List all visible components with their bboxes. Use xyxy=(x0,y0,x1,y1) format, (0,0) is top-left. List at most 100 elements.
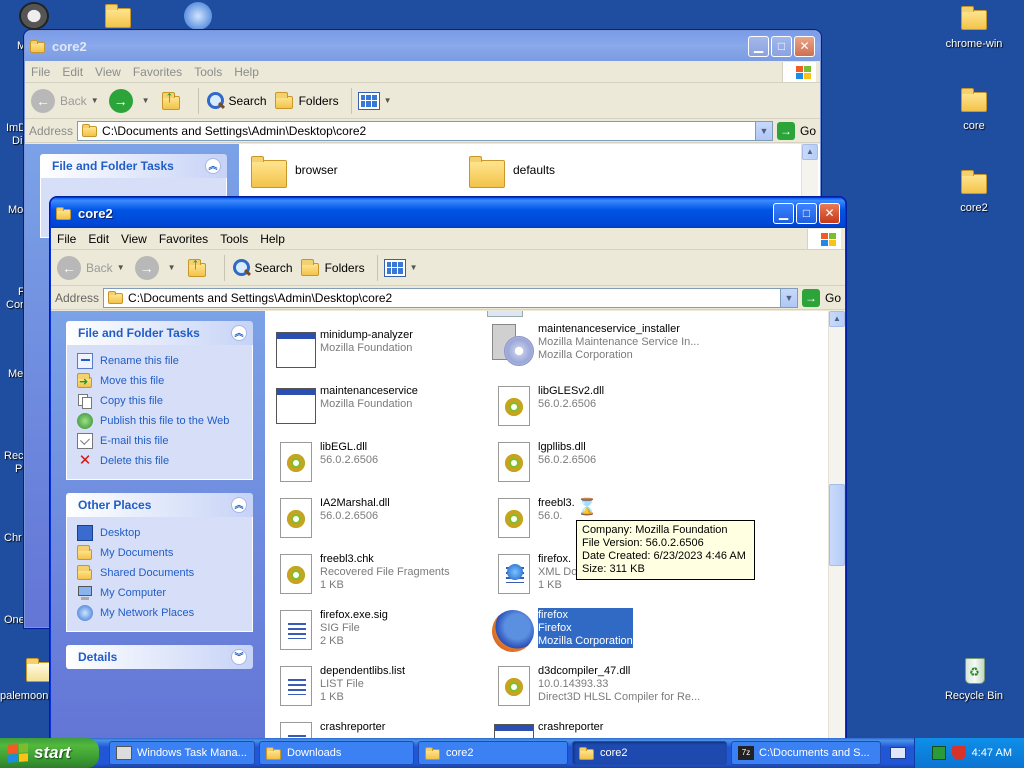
chevron-down-icon[interactable]: ▼ xyxy=(384,96,392,105)
keyboard-icon[interactable] xyxy=(890,747,906,759)
panel-header[interactable]: Other Places ︽ xyxy=(66,493,253,517)
task-delete[interactable]: ✕ Delete this file xyxy=(77,451,242,471)
taskbar-button-7zip[interactable]: 7z C:\Documents and S... xyxy=(731,741,881,765)
close-button[interactable]: ✕ xyxy=(819,202,840,224)
menu-edit[interactable]: Edit xyxy=(56,65,89,79)
scroll-up-arrow-icon[interactable]: ▲ xyxy=(802,144,818,160)
maximize-button[interactable]: □ xyxy=(771,35,792,57)
desktop-icon-recycle-bin[interactable]: ♻ Recycle Bin xyxy=(934,656,1014,702)
explorer-window-front[interactable]: core2 ▁ □ ✕ File Edit View Favorites Too… xyxy=(50,197,846,742)
minimize-button[interactable]: ▁ xyxy=(773,202,794,224)
chevron-up-icon[interactable]: ︽ xyxy=(231,497,247,513)
address-field[interactable]: C:\Documents and Settings\Admin\Desktop\… xyxy=(103,287,798,308)
menu-file[interactable]: File xyxy=(51,232,82,246)
chevron-up-icon[interactable]: ︽ xyxy=(205,158,221,174)
desktop-icon-core[interactable]: core xyxy=(934,86,1014,132)
taskbar-button-core2[interactable]: core2 xyxy=(418,741,568,765)
chevron-up-icon[interactable]: ︽ xyxy=(231,325,247,341)
scroll-up-arrow-icon[interactable]: ▲ xyxy=(829,311,845,327)
task-copy[interactable]: Copy this file xyxy=(77,391,242,411)
taskbar-button-task-manager[interactable]: Windows Task Mana... xyxy=(109,741,255,765)
clock[interactable]: 4:47 AM xyxy=(972,747,1012,759)
menu-edit[interactable]: Edit xyxy=(82,232,115,246)
back-button[interactable]: ← Back ▼ xyxy=(57,255,129,280)
address-field[interactable]: C:\Documents and Settings\Admin\Desktop\… xyxy=(77,120,773,141)
chevron-down-icon[interactable]: ▼ xyxy=(779,288,797,307)
file-item[interactable]: dependentlibs.list LIST File 1 KB xyxy=(270,664,405,708)
taskbar-button-downloads[interactable]: Downloads xyxy=(259,741,414,765)
chevron-down-icon[interactable]: ▼ xyxy=(91,96,99,105)
chevron-down-icon[interactable]: ▼ xyxy=(168,263,176,272)
panel-header[interactable]: File and Folder Tasks ︽ xyxy=(40,154,227,178)
go-button[interactable]: → Go xyxy=(776,121,816,140)
close-button[interactable]: ✕ xyxy=(794,35,815,57)
panel-header[interactable]: File and Folder Tasks ︽ xyxy=(66,321,253,345)
file-item[interactable]: lgpllibs.dll 56.0.2.6506 xyxy=(488,440,596,484)
minimize-button[interactable]: ▁ xyxy=(748,35,769,57)
place-my-network-places[interactable]: My Network Places xyxy=(77,603,242,623)
place-my-documents[interactable]: My Documents xyxy=(77,543,242,563)
views-button[interactable]: ▼ xyxy=(383,258,422,277)
file-item[interactable]: libEGL.dll 56.0.2.6506 xyxy=(270,440,378,484)
chevron-down-icon[interactable]: ︾ xyxy=(231,649,247,665)
menu-help[interactable]: Help xyxy=(228,65,265,79)
folder-item-defaults[interactable]: defaults xyxy=(467,152,555,192)
desktop-icon-chrome-win[interactable]: chrome-win xyxy=(934,4,1014,50)
forward-button[interactable]: → ▼ xyxy=(108,88,154,113)
menu-view[interactable]: View xyxy=(89,65,127,79)
panel-header[interactable]: Details ︾ xyxy=(66,645,253,669)
go-button[interactable]: → Go xyxy=(801,288,841,307)
place-shared-documents[interactable]: Shared Documents xyxy=(77,563,242,583)
place-desktop[interactable]: Desktop xyxy=(77,523,242,543)
menu-tools[interactable]: Tools xyxy=(188,65,228,79)
forward-button[interactable]: → ▼ xyxy=(134,255,180,280)
menu-favorites[interactable]: Favorites xyxy=(127,65,188,79)
folders-button[interactable]: Folders xyxy=(273,91,339,111)
up-button[interactable]: ↑ xyxy=(186,256,212,279)
file-item[interactable]: firefox. XML Doc 1 KB xyxy=(488,552,583,596)
back-button[interactable]: ← Back ▼ xyxy=(31,88,103,113)
up-button[interactable]: ↑ xyxy=(160,89,186,112)
security-shield-icon[interactable] xyxy=(951,746,966,760)
file-item[interactable]: maintenanceservice_installer Mozilla Main… xyxy=(488,322,699,366)
menu-tools[interactable]: Tools xyxy=(214,232,254,246)
search-button[interactable]: Search xyxy=(231,258,293,278)
maximize-button[interactable]: □ xyxy=(796,202,817,224)
menu-view[interactable]: View xyxy=(115,232,153,246)
task-email[interactable]: E-mail this file xyxy=(77,431,242,451)
scrollbar-thumb[interactable] xyxy=(829,484,845,566)
desktop-icon-core2[interactable]: core2 xyxy=(934,168,1014,214)
file-company: Mozilla Corporation xyxy=(538,635,633,647)
folder-item-browser[interactable]: browser xyxy=(249,152,338,192)
vertical-scrollbar[interactable]: ▲ xyxy=(828,311,845,741)
menu-file[interactable]: File xyxy=(25,65,56,79)
chevron-down-icon[interactable]: ▼ xyxy=(117,263,125,272)
menu-favorites[interactable]: Favorites xyxy=(153,232,214,246)
file-item[interactable]: libGLESv2.dll 56.0.2.6506 xyxy=(488,384,604,428)
task-rename[interactable]: Rename this file xyxy=(77,351,242,371)
chevron-down-icon[interactable]: ▼ xyxy=(410,263,418,272)
file-item[interactable]: freebl3.chk Recovered File Fragments 1 KB xyxy=(270,552,450,596)
place-my-computer[interactable]: My Computer xyxy=(77,583,242,603)
search-button[interactable]: Search xyxy=(205,91,267,111)
folders-button[interactable]: Folders xyxy=(299,258,365,278)
file-item[interactable]: d3dcompiler_47.dll 10.0.14393.33 Direct3D … xyxy=(488,664,700,708)
file-item[interactable]: maintenanceservice Mozilla Foundation xyxy=(270,384,418,428)
file-item[interactable]: IA2Marshal.dll 56.0.2.6506 xyxy=(270,496,390,540)
file-item[interactable]: minidump-analyzer Mozilla Foundation xyxy=(270,328,413,372)
file-item-selected[interactable]: firefox Firefox Mozilla Corporation xyxy=(488,608,633,652)
network-status-icon[interactable] xyxy=(931,746,946,760)
title-bar[interactable]: core2 ▁ □ ✕ xyxy=(25,31,820,61)
start-button[interactable]: start xyxy=(0,738,99,768)
menu-help[interactable]: Help xyxy=(254,232,291,246)
taskbar-button-core2-active[interactable]: core2 xyxy=(572,741,727,765)
task-publish[interactable]: Publish this file to the Web xyxy=(77,411,242,431)
desktop-icon-palemoon[interactable]: palemoon- xyxy=(0,656,52,702)
task-move[interactable]: ➜ Move this file xyxy=(77,371,242,391)
file-item[interactable]: firefox.exe.sig SIG File 2 KB xyxy=(270,608,388,652)
views-button[interactable]: ▼ xyxy=(357,91,396,110)
title-bar[interactable]: core2 ▁ □ ✕ xyxy=(51,198,845,228)
chevron-down-icon[interactable]: ▼ xyxy=(142,96,150,105)
file-item[interactable]: freebl3. 56.0. xyxy=(488,496,575,540)
chevron-down-icon[interactable]: ▼ xyxy=(754,121,772,140)
